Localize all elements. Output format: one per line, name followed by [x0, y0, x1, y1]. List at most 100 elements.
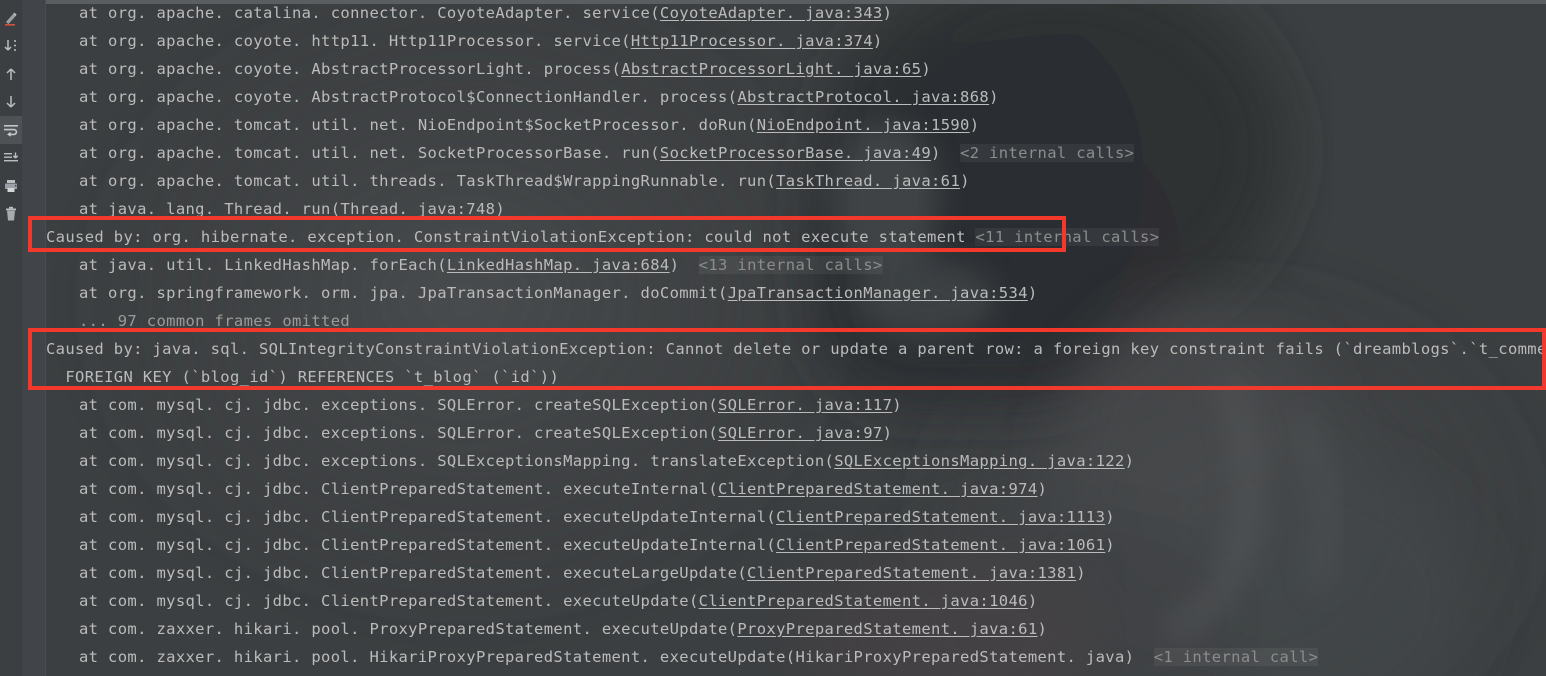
console-text: Caused by: org. hibernate. exception. Co… [46, 228, 976, 246]
console-text: at com. zaxxer. hikari. pool. HikariProx… [79, 648, 1154, 666]
stacktrace-file-link[interactable]: SocketProcessorBase. java:49 [660, 144, 931, 162]
console-lines: at org. apache. catalina. connector. Coy… [46, 0, 1546, 676]
soft-wrap-icon[interactable] [0, 116, 22, 144]
console-text: at com. mysql. cj. jdbc. exceptions. SQL… [79, 396, 718, 414]
stacktrace-file-link[interactable]: ClientPreparedStatement. java:1061 [776, 536, 1105, 554]
console-text: at com. mysql. cj. jdbc. exceptions. SQL… [79, 452, 835, 470]
stacktrace-file-link[interactable]: AbstractProcessorLight. java:65 [621, 60, 921, 78]
console-text: ) [892, 396, 902, 414]
console-line: at com. mysql. cj. jdbc. ClientPreparedS… [46, 475, 1546, 503]
stacktrace-file-link[interactable]: ClientPreparedStatement. java:1381 [747, 564, 1076, 582]
stacktrace-file-link[interactable]: SQLExceptionsMapping. java:122 [834, 452, 1124, 470]
omitted-frames-text: ... 97 common frames omitted [79, 312, 351, 330]
console-line: at org. apache. catalina. connector. Coy… [46, 0, 1546, 27]
stacktrace-file-link[interactable]: LinkedHashMap. java:684 [447, 256, 670, 274]
stacktrace-file-link[interactable]: TaskThread. java:61 [776, 172, 960, 190]
console-line: at org. apache. coyote. http11. Http11Pr… [46, 27, 1546, 55]
console-line: at com. mysql. cj. jdbc. ClientPreparedS… [46, 503, 1546, 531]
rerun-icon[interactable] [0, 4, 22, 32]
console-text: ) [1105, 536, 1115, 554]
console-text: ) [1037, 480, 1048, 498]
console-line: Caused by: org. hibernate. exception. Co… [46, 223, 1546, 251]
stacktrace-file-link[interactable]: JpaTransactionManager. java:534 [728, 284, 1028, 302]
arrow-up-icon[interactable] [0, 60, 22, 88]
console-line: at org. springframework. orm. jpa. JpaTr… [46, 279, 1546, 307]
stacktrace-file-link[interactable]: ClientPreparedStatement. java:974 [718, 480, 1038, 498]
console-text: at com. mysql. cj. jdbc. ClientPreparedS… [79, 564, 748, 582]
lines-down-arrow-icon[interactable] [0, 144, 22, 172]
console-text: at com. mysql. cj. jdbc. ClientPreparedS… [79, 592, 699, 610]
stacktrace-file-link[interactable]: ClientPreparedStatement. java:1046 [699, 592, 1028, 610]
console-gutter [22, 0, 46, 676]
console-output[interactable]: at org. apache. catalina. connector. Coy… [46, 0, 1546, 676]
console-line: at com. mysql. cj. jdbc. ClientPreparedS… [46, 531, 1546, 559]
console-text: ) [969, 116, 980, 134]
arrow-down-icon[interactable] [0, 88, 22, 116]
console-line: at java. lang. Thread. run(Thread. java:… [46, 195, 1546, 223]
console-text: at org. apache. coyote. AbstractProtocol… [79, 88, 738, 106]
printer-icon[interactable] [0, 172, 22, 200]
internal-calls-fold[interactable]: <1 internal call> [1153, 648, 1319, 666]
stacktrace-file-link[interactable]: SQLError. java:97 [718, 424, 883, 442]
console-text: at org. apache. tomcat. util. net. NioEn… [79, 116, 757, 134]
console-line: 118 common frames omitted [46, 671, 1546, 676]
console-line: at org. apache. tomcat. util. net. Socke… [46, 139, 1546, 167]
console-line: at com. mysql. cj. jdbc. exceptions. SQL… [46, 391, 1546, 419]
console-text: ) [872, 32, 883, 50]
console-text: ) [1076, 564, 1086, 582]
console-text: FOREIGN KEY (`blog_id`) REFERENCES `t_bl… [46, 368, 560, 386]
console-text: ) [882, 4, 893, 22]
console-text: ) [921, 60, 932, 78]
console-text: at com. mysql. cj. jdbc. ClientPreparedS… [79, 508, 777, 526]
console-text: ) [882, 424, 893, 442]
stacktrace-file-link[interactable]: Http11Processor. java:374 [631, 32, 873, 50]
console-line: at org. apache. tomcat. util. threads. T… [46, 167, 1546, 195]
console-line: at org. apache. tomcat. util. net. NioEn… [46, 111, 1546, 139]
console-text: ) [931, 144, 961, 162]
console-line: at com. zaxxer. hikari. pool. HikariProx… [46, 643, 1546, 671]
console-text: at org. apache. tomcat. util. net. Socke… [79, 144, 660, 162]
console-text: at com. zaxxer. hikari. pool. ProxyPrepa… [79, 620, 738, 638]
console-toolbar [0, 0, 22, 676]
internal-calls-fold[interactable]: <11 internal calls> [975, 228, 1160, 246]
stacktrace-file-link[interactable]: CoyoteAdapter. java:343 [660, 4, 883, 22]
console-line: at org. apache. coyote. AbstractProtocol… [46, 83, 1546, 111]
scroll-to-end-icon[interactable] [0, 32, 22, 60]
console-line: Caused by: java. sql. SQLIntegrityConstr… [46, 335, 1546, 363]
console-text: ) [1027, 592, 1038, 610]
console-text: at java. util. LinkedHashMap. forEach( [79, 256, 447, 274]
stacktrace-file-link[interactable]: AbstractProtocol. java:868 [737, 88, 989, 106]
stacktrace-file-link[interactable]: ProxyPreparedStatement. java:61 [737, 620, 1037, 638]
console-line: at com. mysql. cj. jdbc. ClientPreparedS… [46, 587, 1546, 615]
console-line: FOREIGN KEY (`blog_id`) REFERENCES `t_bl… [46, 363, 1546, 391]
internal-calls-fold[interactable]: <2 internal calls> [960, 144, 1135, 162]
console-text: ) [1037, 620, 1048, 638]
console-line: at com. mysql. cj. jdbc. exceptions. SQL… [46, 419, 1546, 447]
console-line: at com. mysql. cj. jdbc. exceptions. SQL… [46, 447, 1546, 475]
stacktrace-file-link[interactable]: ClientPreparedStatement. java:1113 [776, 508, 1105, 526]
console-text: ) [495, 200, 506, 218]
console-text: at com. mysql. cj. jdbc. ClientPreparedS… [79, 536, 777, 554]
console-text: at com. mysql. cj. jdbc. exceptions. SQL… [79, 424, 718, 442]
console-line: at com. mysql. cj. jdbc. ClientPreparedS… [46, 559, 1546, 587]
console-text: at java. lang. Thread. run( [79, 200, 341, 218]
console-text: ) [669, 256, 699, 274]
trash-icon[interactable] [0, 200, 22, 228]
console-text: ) [960, 172, 970, 190]
console-text: at com. mysql. cj. jdbc. ClientPreparedS… [79, 480, 718, 498]
console-text: at org. apache. coyote. http11. Http11Pr… [79, 32, 631, 50]
console-line: at java. util. LinkedHashMap. forEach(Li… [46, 251, 1546, 279]
gutter-separator [45, 0, 46, 676]
stacktrace-file-link[interactable]: Thread. java:748 [340, 200, 495, 218]
console-text: at org. apache. tomcat. util. threads. T… [79, 172, 777, 190]
console-line: ... 97 common frames omitted [46, 307, 1546, 335]
console-text: ) [989, 88, 999, 106]
console-line: at org. apache. coyote. AbstractProcesso… [46, 55, 1546, 83]
stacktrace-file-link[interactable]: NioEndpoint. java:1590 [757, 116, 970, 134]
console-text: at org. springframework. orm. jpa. JpaTr… [79, 284, 728, 302]
console-window: at org. apache. catalina. connector. Coy… [0, 0, 1546, 676]
console-text: at org. apache. catalina. connector. Coy… [79, 4, 660, 22]
internal-calls-fold[interactable]: <13 internal calls> [698, 256, 883, 274]
console-text: Caused by: java. sql. SQLIntegrityConstr… [46, 340, 1546, 358]
stacktrace-file-link[interactable]: SQLError. java:117 [718, 396, 892, 414]
